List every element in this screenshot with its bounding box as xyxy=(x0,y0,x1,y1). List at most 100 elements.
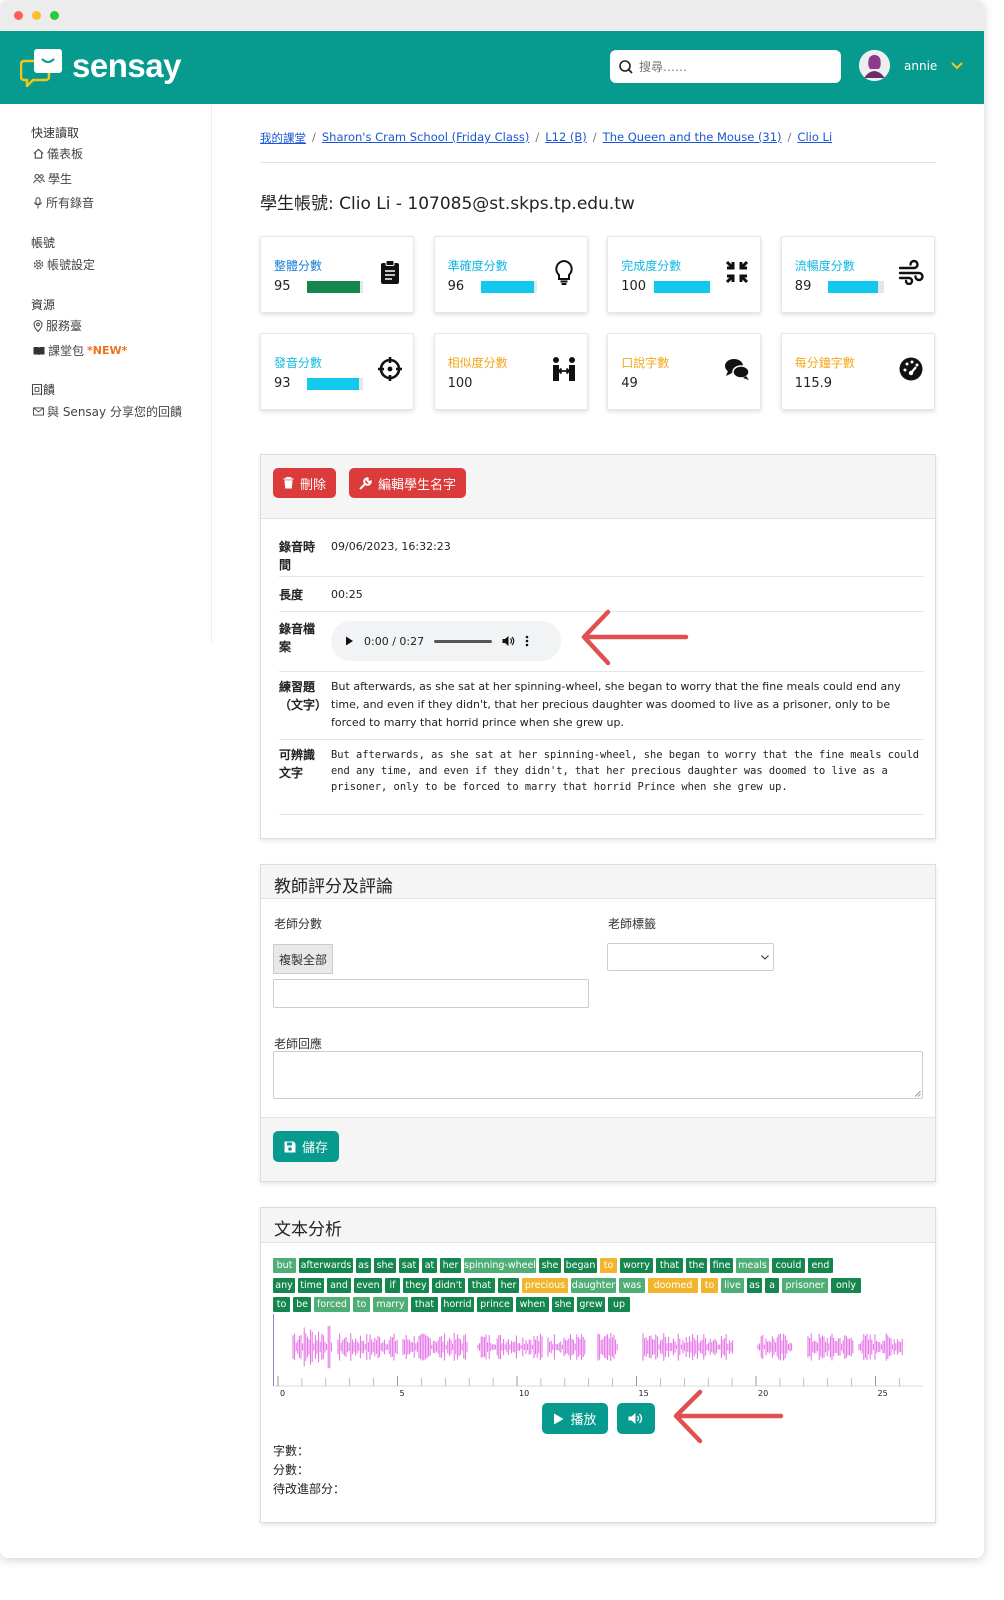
word-chip[interactable]: be xyxy=(293,1297,311,1312)
word-chip[interactable]: that xyxy=(656,1258,683,1273)
word-chip[interactable]: and xyxy=(327,1277,351,1293)
word-chip[interactable]: doomed xyxy=(648,1277,698,1293)
word-chip[interactable]: end xyxy=(808,1258,833,1273)
teacher-score-input[interactable] xyxy=(273,979,589,1008)
resize-handle-icon[interactable] xyxy=(914,1090,921,1097)
word-chip[interactable]: fine xyxy=(710,1258,733,1273)
teacher-response-textarea[interactable] xyxy=(273,1051,923,1099)
word-chip[interactable]: when xyxy=(516,1297,549,1312)
word-chip[interactable]: even xyxy=(354,1277,382,1293)
word-chip[interactable]: worry xyxy=(620,1258,653,1273)
breadcrumb-link-school[interactable]: Sharon's Cram School (Friday Class) xyxy=(322,130,529,146)
score-card-value: 95 xyxy=(274,279,291,294)
word-chip[interactable]: was xyxy=(619,1277,645,1293)
avatar[interactable] xyxy=(859,50,890,81)
play-icon[interactable] xyxy=(345,636,354,646)
word-chip[interactable]: afterwards xyxy=(299,1258,353,1273)
page-title: 學生帳號: Clio Li - 107085@st.skps.tp.edu.tw xyxy=(260,189,635,214)
breadcrumb-link-assignment[interactable]: The Queen and the Mouse (31) xyxy=(603,130,782,146)
brand-logo[interactable]: sensay xyxy=(19,47,181,90)
word-chip[interactable]: live xyxy=(721,1277,744,1293)
maximize-window-dot[interactable] xyxy=(50,11,59,20)
sidebar-item-feedback[interactable]: 與 Sensay 分享您的回饋 xyxy=(33,403,182,420)
word-chip[interactable]: daughter xyxy=(571,1277,616,1293)
clipboard-icon xyxy=(381,260,399,284)
word-chip[interactable]: she xyxy=(552,1297,574,1312)
word-chip[interactable]: as xyxy=(747,1277,762,1293)
sidebar-item-help-desk[interactable]: 服務臺 xyxy=(33,317,82,334)
word-chip[interactable]: marry xyxy=(373,1297,408,1312)
word-chip[interactable]: that xyxy=(411,1297,438,1312)
word-chip[interactable]: at xyxy=(422,1258,437,1273)
people-arrows-icon xyxy=(552,357,575,381)
word-chip[interactable]: to xyxy=(353,1297,370,1312)
breadcrumb-link-level[interactable]: L12 (B) xyxy=(545,130,587,146)
word-chip[interactable]: forced xyxy=(314,1297,350,1312)
recording-time-row: 錄音時間 09/06/2023, 16:32:23 xyxy=(279,527,924,577)
word-chip[interactable]: as xyxy=(356,1258,371,1273)
book-icon xyxy=(33,346,45,355)
word-chip[interactable]: her xyxy=(440,1258,461,1273)
word-chip[interactable]: but xyxy=(273,1258,296,1273)
chevron-down-icon[interactable] xyxy=(951,61,963,70)
delete-button[interactable]: 刪除 xyxy=(273,468,337,498)
word-chip[interactable]: could xyxy=(772,1258,805,1273)
word-chip[interactable]: she xyxy=(374,1258,396,1273)
recording-time-value: 09/06/2023, 16:32:23 xyxy=(331,540,451,553)
new-badge: *NEW* xyxy=(87,344,128,357)
search-box[interactable] xyxy=(610,50,841,83)
close-window-dot[interactable] xyxy=(14,11,23,20)
word-chip[interactable]: didn't xyxy=(432,1277,465,1293)
word-chip[interactable]: sat xyxy=(399,1258,419,1273)
recording-panel-header: 刪除 編輯學生名字 xyxy=(261,455,935,519)
teacher-tag-select[interactable] xyxy=(607,943,774,971)
word-chip[interactable]: any xyxy=(273,1277,295,1293)
word-chip[interactable]: to xyxy=(701,1277,718,1293)
word-chip[interactable]: to xyxy=(273,1297,290,1312)
sidebar-item-recordings[interactable]: 所有錄音 xyxy=(33,194,94,211)
copy-all-button[interactable]: 複製全部 xyxy=(273,944,333,974)
word-chip[interactable]: a xyxy=(765,1277,779,1293)
sidebar-item-label: 帳號設定 xyxy=(47,258,96,272)
word-chip[interactable]: meals xyxy=(736,1258,769,1273)
sidebar-item-account-settings[interactable]: 帳號設定 xyxy=(33,256,95,273)
more-options-icon[interactable] xyxy=(525,635,529,647)
volume-button[interactable] xyxy=(617,1403,655,1434)
sidebar-item-students[interactable]: 學生 xyxy=(33,170,72,187)
word-chip[interactable]: prince xyxy=(477,1297,513,1312)
score-card: 準確度分數 96 xyxy=(433,236,588,313)
breadcrumb-link-my-classes[interactable]: 我的課堂 xyxy=(260,130,306,146)
audio-progress-track[interactable] xyxy=(434,639,493,643)
word-chip[interactable]: to xyxy=(600,1258,617,1273)
word-chip[interactable]: they xyxy=(403,1277,429,1293)
word-chip[interactable]: precious xyxy=(522,1277,568,1293)
sidebar-item-class-pack[interactable]: 課堂包 *NEW* xyxy=(33,342,127,359)
minimize-window-dot[interactable] xyxy=(32,11,41,20)
word-chip[interactable]: only xyxy=(831,1277,861,1293)
length-label: 長度 xyxy=(279,588,304,602)
breadcrumb-link-student[interactable]: Clio Li xyxy=(797,130,832,146)
volume-icon[interactable] xyxy=(502,635,515,647)
word-chip[interactable]: time xyxy=(298,1277,324,1293)
word-chip[interactable]: horrid xyxy=(441,1297,474,1312)
save-button[interactable]: 儲存 xyxy=(273,1131,339,1162)
word-chip[interactable]: the xyxy=(686,1258,707,1273)
word-chip[interactable]: she xyxy=(539,1258,561,1273)
word-chip[interactable]: grew xyxy=(577,1297,605,1312)
search-input[interactable] xyxy=(639,59,829,74)
breadcrumb: 我的課堂 / Sharon's Cram School (Friday Class… xyxy=(260,130,833,146)
word-chip[interactable]: her xyxy=(498,1277,519,1293)
word-chip[interactable]: up xyxy=(608,1297,630,1312)
edit-student-name-label: 編輯學生名字 xyxy=(378,477,457,493)
word-chip[interactable]: that xyxy=(468,1277,495,1293)
word-chip[interactable]: began xyxy=(564,1258,597,1273)
word-chip[interactable]: spinning-wheel xyxy=(464,1258,536,1273)
word-chip[interactable]: prisoner xyxy=(782,1277,828,1293)
play-button[interactable]: 播放 xyxy=(542,1403,608,1434)
sidebar-item-dashboard[interactable]: 儀表板 xyxy=(33,145,83,162)
edit-student-name-button[interactable]: 編輯學生名字 xyxy=(349,468,467,498)
user-menu[interactable]: annie xyxy=(859,50,963,81)
audio-waveform[interactable]: 0 5 10 15 20 25 xyxy=(273,1314,923,1400)
word-chip[interactable]: if xyxy=(385,1277,400,1293)
audio-player[interactable]: 0:00 / 0:27 xyxy=(331,621,561,661)
